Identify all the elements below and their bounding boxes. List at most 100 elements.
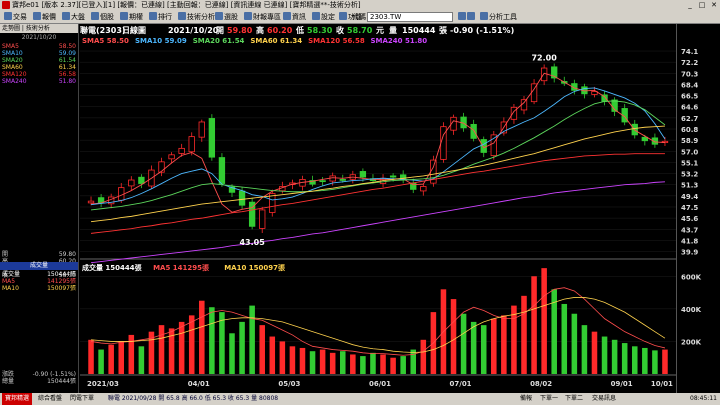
ma-value: 61.34: [58, 64, 76, 71]
quote-icon: [33, 12, 41, 20]
candle-body: [259, 209, 266, 229]
volume-bar: [108, 344, 114, 374]
price-tick-label: 39.9: [681, 249, 698, 257]
header-field: 元: [376, 26, 384, 35]
ma-label: SMA240: [2, 78, 27, 85]
tools-icon: [480, 12, 488, 20]
volume-tick-label: 200K: [681, 338, 702, 346]
candle-body: [389, 175, 397, 178]
ma-label: SMA60: [2, 64, 23, 71]
volume-bar: [339, 351, 346, 374]
tab-featured[interactable]: 寶邦精選: [2, 393, 33, 405]
candle-body: [238, 190, 246, 206]
xaxis-tick-label: 07/01: [450, 380, 472, 388]
volume-bar: [158, 325, 165, 374]
volume-bar: [460, 313, 467, 374]
candle-body: [138, 176, 145, 184]
technical-icon: [178, 12, 186, 20]
menu-technical[interactable]: 技術分析: [178, 10, 215, 23]
ohlc-row: 開 59.80: [0, 251, 78, 258]
ma-line-sma10: [90, 87, 666, 206]
menu-ranking[interactable]: 排行: [149, 10, 172, 23]
ohlc-value: 59.80: [58, 251, 76, 258]
header-field: 58.70: [347, 26, 373, 35]
candle-body: [480, 139, 487, 153]
price-tick-label: 74.1: [681, 48, 698, 56]
chart-area[interactable]: 72.00 43.05 2021/03 04/01 05/03 06/01 07/01 08/…: [80, 24, 676, 393]
volume-bar: [249, 305, 255, 374]
header-field: 張: [439, 26, 448, 35]
price-tick-label: 43.7: [681, 226, 698, 234]
volume-tick-label: 400K: [681, 306, 702, 314]
candle-body: [208, 118, 216, 158]
candle-body: [319, 180, 326, 183]
ma-value: 58.50: [58, 43, 76, 50]
report-button[interactable]: 備報: [520, 393, 532, 405]
volume-bar: [491, 318, 497, 374]
close-button[interactable]: ✕: [708, 0, 720, 10]
ma-line-sma60: [90, 125, 665, 223]
price-tick-label: 72.2: [681, 59, 698, 67]
ma-list: SMA5 58.50 SMA10 59.09 SMA20 61.54 SMA60 61.34 S…: [0, 43, 78, 85]
header-field: 收: [336, 25, 344, 35]
volume-bar: [571, 313, 578, 374]
volume-bar: [631, 346, 638, 374]
ma-value: 56.58: [58, 71, 76, 78]
chart-svg[interactable]: 72.00 43.05 2021/03 04/01 05/03 06/01 07/01 08/…: [80, 24, 676, 393]
price-tick-label: 68.4: [681, 81, 698, 89]
volume-bar: [289, 346, 296, 374]
ma-label: SMA10: [2, 50, 23, 57]
menu-stock[interactable]: 個股: [91, 10, 114, 23]
menu-trade[interactable]: 交易: [4, 10, 27, 23]
price-tick-label: 57.0: [681, 148, 698, 156]
ma-label: SMA20: [2, 57, 23, 64]
vol-label: 成交量: [2, 271, 21, 278]
header-field: 聯電(2303): [80, 25, 126, 35]
volume-bar: [178, 321, 185, 374]
volume-bar: [561, 303, 568, 374]
header-field: 60.20: [267, 26, 293, 35]
order-two-button[interactable]: 下單二: [565, 393, 583, 405]
ma-row: SMA20 61.54: [0, 57, 78, 64]
menu-options[interactable]: 期權: [120, 10, 143, 23]
footer-row: 漲跌 -0.90 (-1.51%): [0, 371, 78, 378]
volume-bar: [370, 352, 376, 374]
panel-tabs[interactable]: 走勢圖 | 技術分析: [0, 24, 78, 33]
ma-legend-item: SMA20 61.54: [193, 37, 245, 45]
ma-legend-item: SMA120 56.58: [308, 37, 365, 45]
menu-screener[interactable]: 選股: [215, 10, 238, 23]
trade-icon: [4, 12, 12, 20]
volume-bar: [400, 356, 406, 374]
volume-bar: [199, 300, 205, 374]
price-tick-label: 55.1: [681, 159, 698, 167]
menu-info[interactable]: 資訊: [283, 10, 306, 23]
title-bar: 寶邦e01 [版本 2.37][已登入][1] [報價：已連線] [主動回報：已…: [0, 0, 720, 10]
volume-bar: [541, 268, 547, 374]
menu-market[interactable]: 大盤: [62, 10, 85, 23]
price-annotation: 43.05: [239, 238, 265, 247]
ticker-text: 聯電 2021/09/28 開 65.8 高 66.0 低 65.3 收 65.…: [108, 395, 279, 402]
menu-financials[interactable]: 財報專區: [244, 10, 281, 23]
header-field: 低: [295, 25, 304, 35]
price-tick-label: 64.6: [681, 104, 698, 112]
price-tick-label: 45.6: [681, 215, 698, 223]
trade-message-button[interactable]: 交易訊息: [592, 393, 616, 405]
footer-label: 總量: [2, 378, 15, 385]
chart-icon[interactable]: [458, 12, 466, 20]
maximize-button[interactable]: □: [696, 0, 708, 10]
tab-overview[interactable]: 綜合看盤: [38, 393, 62, 405]
symbol-input[interactable]: 2303.TW: [367, 12, 453, 22]
tab-quick-order[interactable]: 閃電下單: [70, 393, 94, 405]
order-one-button[interactable]: 下單一: [540, 393, 558, 405]
menu-settings[interactable]: 設定: [312, 10, 335, 23]
volume-legend-item: 成交量 150444張: [82, 263, 143, 272]
header-field: -0.90 (-1.51%): [450, 26, 514, 35]
analysis-tools-button[interactable]: 分析工具: [480, 10, 517, 23]
ma-row: SMA120 56.58: [0, 71, 78, 78]
minimize-button[interactable]: _: [684, 0, 696, 10]
news-icon[interactable]: [467, 12, 475, 20]
settings-icon: [312, 12, 320, 20]
volume-bar: [390, 357, 396, 374]
menu-quote[interactable]: 報價: [33, 10, 56, 23]
xaxis-tick-label: 04/01: [188, 380, 210, 388]
